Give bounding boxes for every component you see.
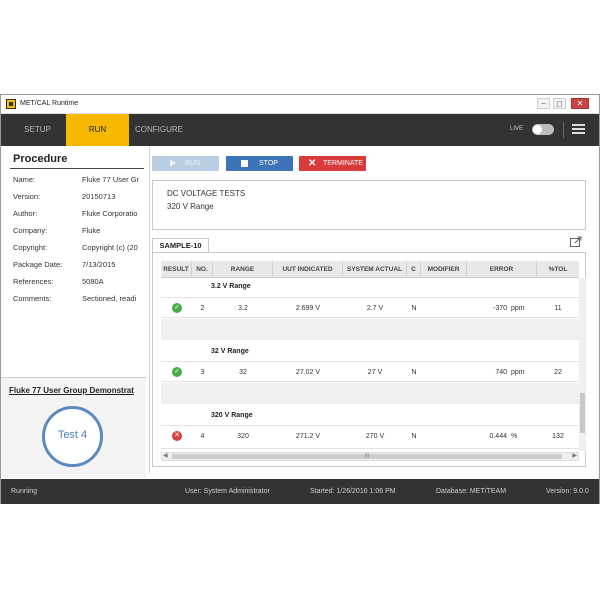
column-error[interactable]: ERROR: [467, 261, 537, 278]
nav-bar: SETUP RUN CONFIGURE LIVE: [1, 114, 599, 146]
stop-square-icon: [241, 160, 248, 167]
test-group-panel: Fluke 77 User Group Demonstrat Test 4: [1, 377, 146, 478]
table-row[interactable]: ✓ 2 3.2 2.699 V 2.7 V N -370 ppm 11: [161, 297, 579, 318]
procedure-field-name: Name: Fluke 77 User Gr: [13, 172, 146, 188]
current-test-label: Test 4: [57, 429, 88, 441]
close-button[interactable]: ✕: [571, 98, 589, 109]
procedure-field-copyright: Copyright: Copyright (c) (20: [13, 240, 146, 256]
app-version: Version: 9.0.0: [546, 488, 589, 495]
minimize-button[interactable]: −: [537, 98, 550, 109]
procedure-field-version: Version: 20150713: [13, 189, 146, 205]
run-state: Running: [11, 488, 38, 495]
column-c[interactable]: C: [407, 261, 421, 278]
status-bar: Running User: System Administrator Start…: [1, 479, 599, 504]
column-system-actual[interactable]: SYSTEM ACTUAL: [343, 261, 407, 278]
scroll-left-arrow-icon[interactable]: ◀: [163, 452, 168, 459]
pass-check-icon: ✓: [172, 367, 182, 377]
range-group-title: 32 V Range: [211, 348, 249, 355]
hamburger-menu-icon[interactable]: [572, 124, 585, 134]
description-line-2: 320 V Range: [167, 202, 214, 211]
procedure-field-comments: Comments: Sectioned, readi: [13, 291, 146, 307]
current-test-indicator: Test 4: [42, 406, 103, 467]
title-bar: MET/CAL Runtime − ◻ ✕: [1, 95, 599, 114]
nav-divider: [563, 122, 564, 138]
procedure-field-company: Company: Fluke: [13, 223, 146, 239]
live-toggle[interactable]: [532, 124, 554, 135]
column-no[interactable]: NO.: [192, 261, 213, 278]
test-group-title[interactable]: Fluke 77 User Group Demonstrat: [9, 386, 141, 395]
pass-check-icon: ✓: [172, 303, 182, 313]
sample-tab[interactable]: SAMPLE-10: [152, 238, 209, 252]
live-label: LIVE: [510, 126, 524, 132]
panel-divider: [149, 147, 150, 473]
range-group-title: 3.2 V Range: [211, 283, 251, 290]
stop-button[interactable]: STOP: [226, 156, 293, 171]
procedure-field-references: References: 5080A: [13, 274, 146, 290]
vertical-scroll-thumb[interactable]: [580, 393, 585, 433]
grid-horizontal-scrollbar[interactable]: ◀ ||| ▶: [161, 452, 579, 461]
play-icon: [170, 159, 176, 167]
description-line-1: DC VOLTAGE TESTS: [167, 189, 246, 198]
scroll-right-arrow-icon[interactable]: ▶: [572, 452, 577, 459]
procedure-divider: [10, 168, 144, 169]
tab-run[interactable]: RUN: [66, 114, 129, 146]
tab-configure[interactable]: CONFIGURE: [129, 114, 189, 146]
current-user: User: System Administrator: [185, 488, 270, 495]
database-name: Database: MET/TEAM: [436, 488, 507, 495]
column-result[interactable]: RESULT: [161, 261, 192, 278]
column-modifier[interactable]: MODIFIER: [421, 261, 467, 278]
fluke-logo-icon: [6, 99, 16, 109]
window-title: MET/CAL Runtime: [20, 100, 79, 107]
range-group-title: 320 V Range: [211, 412, 253, 419]
test-description-box: DC VOLTAGE TESTS 320 V Range: [152, 180, 586, 230]
table-row[interactable]: ✕ 4 320 271.2 V 270 V N 0.444 % 132: [161, 425, 579, 449]
row-spacer: [161, 319, 579, 340]
start-time: Started: 1/26/2016 1:06 PM: [310, 488, 396, 495]
column-tol[interactable]: %TOL: [537, 261, 579, 278]
terminate-x-icon: ✕: [308, 158, 317, 169]
column-uut-indicated[interactable]: UUT INDICATED: [273, 261, 343, 278]
procedure-field-author: Author: Fluke Corporatio: [13, 206, 146, 222]
results-grid: RESULT NO. RANGE UUT INDICATED SYSTEM AC…: [152, 252, 586, 467]
run-button[interactable]: RUN: [152, 156, 219, 171]
terminate-button[interactable]: ✕ TERMINATE: [299, 156, 366, 171]
grid-vertical-scrollbar[interactable]: [579, 278, 586, 451]
tab-setup[interactable]: SETUP: [9, 114, 66, 146]
export-icon[interactable]: [570, 236, 582, 247]
fail-x-icon: ✕: [172, 431, 182, 441]
row-spacer: [161, 383, 579, 404]
horizontal-scroll-thumb[interactable]: |||: [172, 454, 562, 459]
app-window: MET/CAL Runtime − ◻ ✕ SETUP RUN CONFIGUR…: [0, 94, 600, 504]
procedure-field-package-date: Package Date: 7/13/2015: [13, 257, 146, 273]
table-row[interactable]: ✓ 3 32 27.02 V 27 V N 740 ppm 22: [161, 361, 579, 382]
procedure-title: Procedure: [13, 153, 68, 165]
maximize-button[interactable]: ◻: [553, 98, 566, 109]
grid-header: RESULT NO. RANGE UUT INDICATED SYSTEM AC…: [161, 261, 579, 278]
column-range[interactable]: RANGE: [213, 261, 273, 278]
